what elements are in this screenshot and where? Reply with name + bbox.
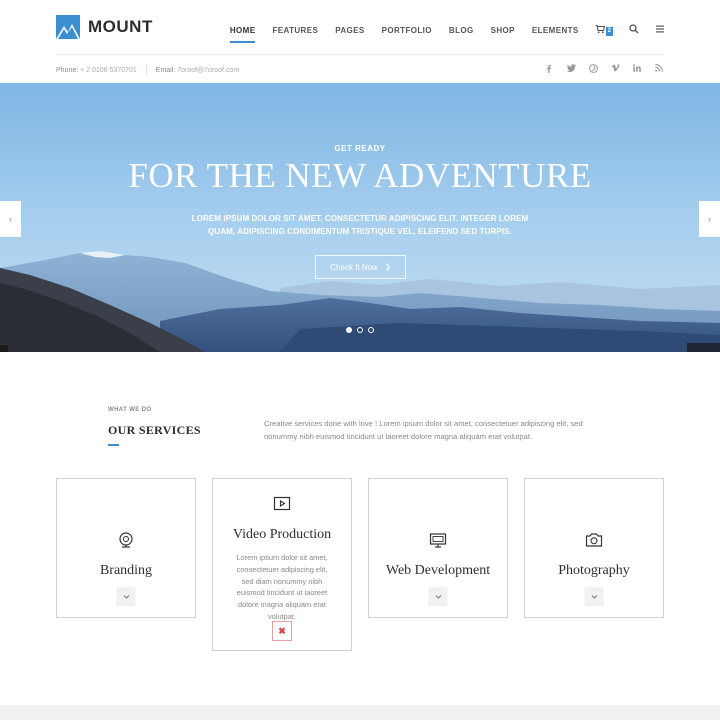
email-link[interactable]: 7oroof@7oroof.com bbox=[177, 67, 239, 74]
main-nav: HOME FEATURES PAGES PORTFOLIO BLOG SHOP … bbox=[213, 0, 665, 56]
slider-pagination bbox=[346, 327, 379, 333]
nav-item-home[interactable]: HOME bbox=[229, 0, 256, 56]
services-title-underline bbox=[108, 444, 119, 446]
service-card-web-development[interactable]: Web Development bbox=[368, 478, 508, 618]
search-icon bbox=[629, 24, 639, 34]
services-description: Creative services done with love ! Lorem… bbox=[264, 419, 583, 441]
services-kicker: WHAT WE DO bbox=[108, 407, 152, 413]
expand-button[interactable] bbox=[428, 587, 448, 606]
hero-title: FOR THE NEW ADVENTURE bbox=[128, 156, 592, 195]
close-icon: ✖ bbox=[278, 625, 286, 636]
email-label: Email: bbox=[155, 66, 176, 74]
chevron-left-icon: ‹ bbox=[9, 214, 12, 224]
cart-button[interactable]: 2 bbox=[595, 0, 613, 56]
chevron-right-icon: › bbox=[708, 214, 711, 224]
expand-button[interactable] bbox=[116, 587, 136, 606]
service-card-title: Branding bbox=[99, 563, 153, 578]
chevron-right-icon: ❯ bbox=[384, 264, 391, 271]
branding-icon bbox=[119, 532, 133, 548]
nav-item-pages[interactable]: PAGES bbox=[335, 0, 364, 56]
info-divider bbox=[145, 65, 147, 75]
menu-button[interactable] bbox=[655, 0, 665, 56]
hero-kicker: GET READY bbox=[334, 144, 386, 153]
camera-icon bbox=[585, 533, 603, 547]
logo-text: MOUNT bbox=[88, 17, 153, 36]
social-links bbox=[532, 63, 664, 73]
pinterest-icon[interactable] bbox=[588, 63, 598, 73]
rss-icon[interactable] bbox=[654, 63, 664, 73]
service-card-video-production[interactable]: Video Production Lorem ipsum dolor sit a… bbox=[212, 478, 352, 651]
service-card-title: Photography bbox=[558, 563, 630, 578]
monitor-icon bbox=[429, 533, 447, 548]
check-it-now-button[interactable]: Check It Now ❯ bbox=[315, 255, 406, 279]
chevron-down-icon bbox=[435, 594, 441, 599]
vimeo-icon[interactable] bbox=[610, 63, 620, 73]
linkedin-icon[interactable] bbox=[632, 63, 642, 73]
slider-dot-2[interactable] bbox=[357, 327, 363, 333]
contact-info: Phone: + 2 0106 5370701 Email: 7oroof@7o… bbox=[56, 65, 239, 75]
collapse-button[interactable]: ✖ bbox=[272, 621, 292, 641]
facebook-icon[interactable] bbox=[544, 63, 554, 73]
site-header: MOUNT HOME FEATURES PAGES PORTFOLIO BLOG… bbox=[0, 0, 720, 56]
hero-subtitle: LOREM IPSUM DOLOR SIT AMET, CONSECTETUR … bbox=[191, 214, 529, 236]
slider-dot-3[interactable] bbox=[368, 327, 374, 333]
top-info-bar: Phone: + 2 0106 5370701 Email: 7oroof@7o… bbox=[0, 55, 720, 83]
slider-next-button[interactable]: › bbox=[699, 201, 720, 237]
service-card-photography[interactable]: Photography bbox=[524, 478, 664, 618]
menu-icon bbox=[656, 25, 664, 33]
nav-item-shop[interactable]: SHOP bbox=[491, 0, 515, 56]
nav-item-features[interactable]: FEATURES bbox=[272, 0, 318, 56]
cart-count-badge: 2 bbox=[605, 27, 613, 36]
logo[interactable]: MOUNT bbox=[56, 15, 153, 39]
video-icon bbox=[273, 496, 291, 511]
next-section-strip bbox=[0, 705, 720, 720]
phone-label: Phone: bbox=[56, 66, 79, 74]
service-card-branding[interactable]: Branding bbox=[56, 478, 196, 618]
service-card-title: Web Development bbox=[385, 563, 491, 578]
mountain-logo-icon bbox=[56, 15, 80, 39]
search-button[interactable] bbox=[629, 0, 639, 56]
hero-corner-shade-left bbox=[0, 345, 8, 352]
cart-icon bbox=[595, 24, 605, 34]
slider-prev-button[interactable]: ‹ bbox=[0, 201, 21, 237]
service-card-title: Video Production bbox=[232, 527, 332, 542]
check-it-now-label: Check It Now bbox=[330, 262, 378, 272]
chevron-down-icon bbox=[123, 594, 129, 599]
phone-value: + 2 0106 5370701 bbox=[80, 66, 137, 74]
hero-corner-shade bbox=[687, 343, 720, 352]
chevron-down-icon bbox=[591, 594, 597, 599]
services-title: OUR SERVICES bbox=[108, 423, 201, 437]
slider-dot-1[interactable] bbox=[346, 327, 352, 333]
twitter-icon[interactable] bbox=[566, 63, 576, 73]
nav-item-portfolio[interactable]: PORTFOLIO bbox=[382, 0, 432, 56]
nav-item-elements[interactable]: ELEMENTS bbox=[532, 0, 579, 56]
service-card-text: Lorem ipsum dolor sit amet, consectetuer… bbox=[236, 553, 328, 621]
expand-button[interactable] bbox=[584, 587, 604, 606]
nav-item-blog[interactable]: BLOG bbox=[449, 0, 474, 56]
hero-slider: GET READY FOR THE NEW ADVENTURE LOREM IP… bbox=[0, 83, 720, 352]
